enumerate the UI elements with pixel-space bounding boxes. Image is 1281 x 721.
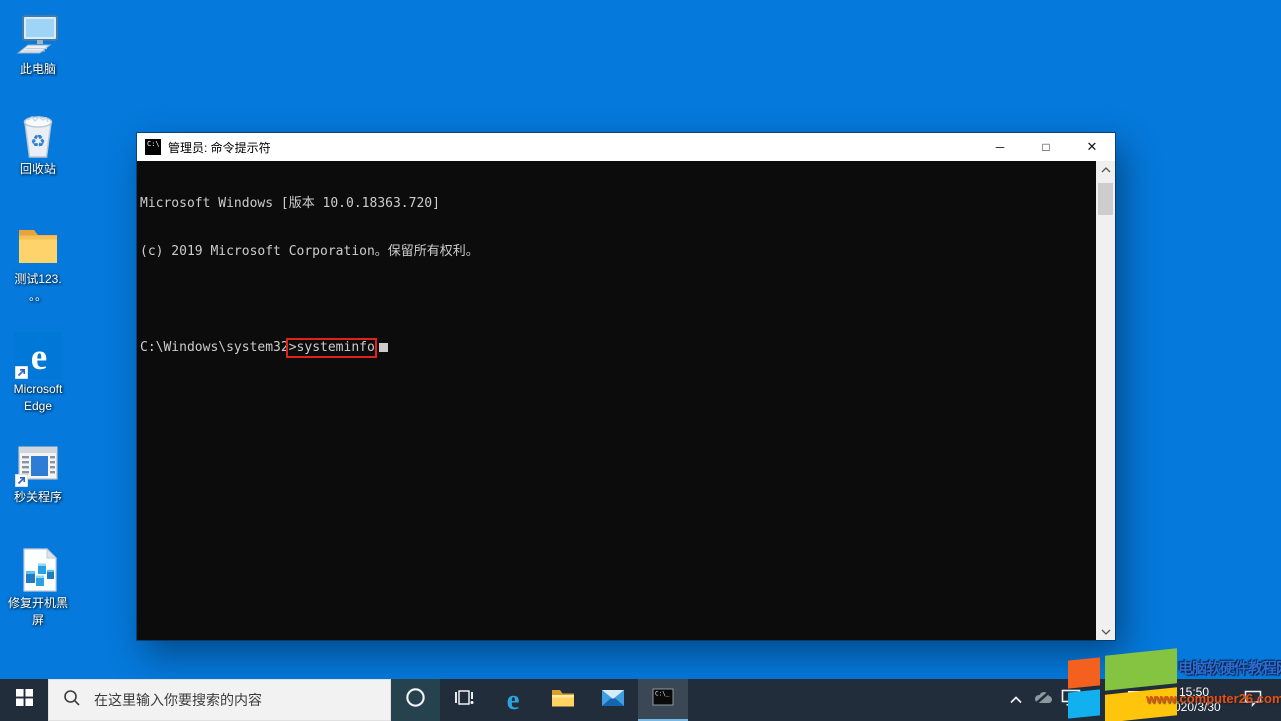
svg-text:e: e <box>31 337 47 378</box>
minimize-button[interactable]: ─ <box>977 133 1023 161</box>
edge-icon: e <box>506 683 520 716</box>
cortana-icon <box>404 686 427 714</box>
console-scrollbar[interactable] <box>1096 161 1115 640</box>
desktop-icon-app-shortcut[interactable]: 秒关程序 <box>0 440 76 505</box>
desktop-icon-recycle-bin[interactable]: ♻ 回收站 <box>0 112 76 177</box>
ime-badge: 拼 <box>1127 690 1147 710</box>
windows-logo-icon <box>15 689 33 711</box>
maximize-button[interactable]: □ <box>1023 133 1069 161</box>
cmd-taskbar-icon: C:\_ <box>650 684 676 715</box>
desktop-icon-this-pc[interactable]: 此电脑 <box>0 12 76 77</box>
close-button[interactable]: ✕ <box>1069 133 1115 161</box>
taskbar: e <box>0 679 1281 721</box>
cmd-titlebar[interactable]: C:\ 管理员: 命令提示符 ─ □ ✕ <box>137 133 1115 161</box>
tray-onedrive[interactable] <box>1029 679 1057 721</box>
recycle-bin-icon: ♻ <box>14 112 62 160</box>
console-prompt: C:\Windows\system32> <box>140 340 297 355</box>
svg-text:♻: ♻ <box>30 132 45 152</box>
shortcut-arrow-icon <box>15 474 28 487</box>
start-button[interactable] <box>0 679 48 721</box>
ime-indicator[interactable]: 拼 <box>1126 679 1148 721</box>
taskbar-clock[interactable]: 15:50 2020/3/30 <box>1150 679 1238 721</box>
desktop-icon-label-line2: 屏 <box>31 613 44 627</box>
console-prompt-line: C:\Windows\system32>systeminfo <box>140 338 1093 358</box>
taskbar-cmd-button-active[interactable]: C:\_ <box>638 679 688 721</box>
folder-icon <box>14 222 62 270</box>
window-title: 管理员: 命令提示符 <box>168 140 271 155</box>
cmd-icon: C:\ <box>145 139 161 155</box>
taskbar-mail-button[interactable] <box>588 679 638 721</box>
desktop-icon-label: 测试123. <box>14 272 62 286</box>
desktop-icon-label: Microsoft <box>13 382 63 396</box>
desktop-icon-label: 修复开机黑 <box>7 596 68 610</box>
registry-file-icon <box>14 546 62 594</box>
notification-bubble-icon <box>1243 689 1263 712</box>
mail-icon <box>600 685 626 716</box>
desktop-icon-label: 秒关程序 <box>13 490 62 504</box>
desktop-icon-ms-edge[interactable]: e Microsoft Edge <box>0 332 76 414</box>
console-output[interactable]: Microsoft Windows [版本 10.0.18363.720] (c… <box>137 161 1115 640</box>
console-line-copyright: (c) 2019 Microsoft Corporation。保留所有权利。 <box>140 244 479 259</box>
this-pc-icon <box>14 12 62 60</box>
file-explorer-icon <box>550 685 576 716</box>
console-line-version: Microsoft Windows [版本 10.0.18363.720] <box>140 196 440 211</box>
cmd-window: C:\ 管理员: 命令提示符 ─ □ ✕ Microsoft Windows [… <box>137 133 1115 640</box>
edge-icon: e <box>14 332 62 380</box>
clock-date: 2020/3/30 <box>1167 700 1221 714</box>
chevron-up-icon <box>1009 691 1023 709</box>
network-icon <box>1060 688 1082 712</box>
task-view-icon <box>453 687 475 714</box>
desktop-icon-label-line2: Edge <box>23 399 53 413</box>
watermark-site-name: 电脑软硬件教程网 <box>1178 660 1281 677</box>
search-icon <box>62 688 82 713</box>
desktop-icon-label: 回收站 <box>19 162 56 176</box>
desktop-icon-test-folder[interactable]: 测试123. 。。 <box>0 222 76 304</box>
shortcut-arrow-icon <box>15 366 28 379</box>
desktop: 此电脑 ♻ 回收站 测试123. 。。 e Microsoft Edge 秒关程… <box>0 0 1281 721</box>
task-view-button[interactable] <box>440 679 488 721</box>
console-cursor <box>378 343 388 352</box>
clock-time: 15:50 <box>1178 685 1210 699</box>
desktop-icon-label: 此电脑 <box>19 62 56 76</box>
desktop-icon-label-line2: 。。 <box>28 289 47 303</box>
scrollbar-thumb[interactable] <box>1098 183 1113 215</box>
svg-text:C:\_: C:\_ <box>655 690 670 697</box>
tray-show-hidden-icons[interactable] <box>1003 679 1029 721</box>
tray-network[interactable] <box>1057 679 1085 721</box>
desktop-icon-reg-file[interactable]: 修复开机黑 屏 <box>0 546 76 628</box>
cortana-button[interactable] <box>391 679 440 721</box>
taskbar-edge-button[interactable]: e <box>488 679 538 721</box>
scroll-up-icon[interactable] <box>1096 161 1115 178</box>
action-center-button[interactable] <box>1238 679 1268 721</box>
search-input[interactable] <box>94 692 364 708</box>
taskbar-explorer-button[interactable] <box>538 679 588 721</box>
onedrive-offline-icon <box>1032 689 1054 711</box>
scroll-down-icon[interactable] <box>1096 623 1115 640</box>
app-window-icon <box>14 440 62 488</box>
command-highlight-box: systeminfo <box>285 338 377 358</box>
taskbar-search-box[interactable] <box>48 679 391 721</box>
